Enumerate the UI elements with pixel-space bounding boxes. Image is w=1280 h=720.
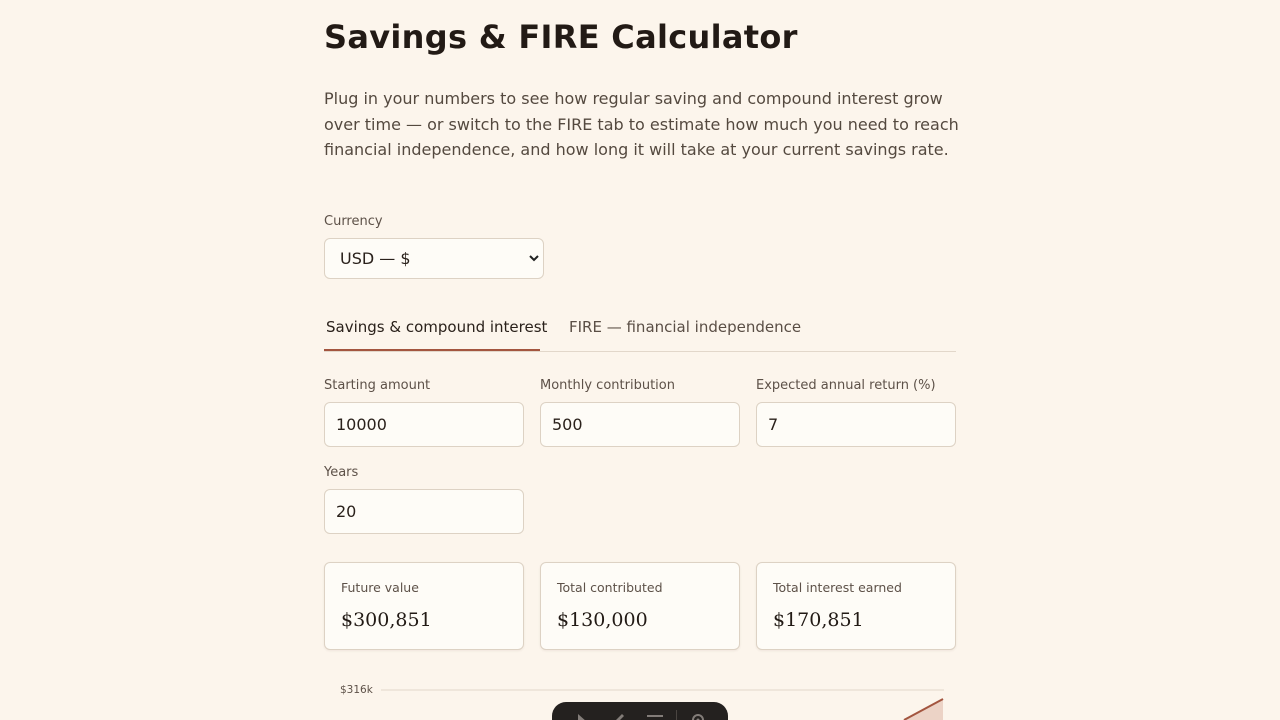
tab-fire[interactable]: FIRE — financial independence [569,310,801,351]
total-contributed-amount: $130,000 [557,609,648,631]
annual-return-value: 7 [768,415,779,434]
years-value: 20 [336,502,357,521]
currency-label: Currency [324,214,383,229]
intro-text: Plug in your numbers to see how regular … [324,89,959,159]
annual-return-input[interactable]: 7 [756,402,956,447]
starting-amount-input[interactable]: 10000 [324,402,524,447]
toolbar-divider [675,710,677,720]
total-interest-label: Total interest earned [773,580,902,595]
future-value-card: Future value $300,851 [324,562,524,650]
currency-selected-value: USD — $ [340,249,411,268]
starting-amount-value: 10000 [336,415,387,434]
total-contributed-card: Total contributed $130,000 [540,562,740,650]
total-interest-card: Total interest earned $170,851 [756,562,956,650]
monthly-contribution-input[interactable]: 500 [540,402,740,447]
tab-fire-label: FIRE — financial independence [569,318,802,336]
cursor-tool-button[interactable] [564,708,600,720]
total-interest-amount: $170,851 [773,609,864,631]
total-contributed-label: Total contributed [557,580,663,595]
floating-toolbar [552,702,728,720]
monthly-contribution-value: 500 [552,415,583,434]
settings-button[interactable] [680,708,716,720]
gear-icon [691,714,704,720]
tab-savings-label: Savings & compound interest [326,318,548,336]
years-label: Years [324,465,359,480]
tab-bar: Savings & compound interest FIRE — finan… [324,310,956,352]
monthly-contribution-label: Monthly contribution [540,378,675,393]
page-title: Savings & FIRE Calculator [324,18,798,56]
tab-savings[interactable]: Savings & compound interest [324,310,547,351]
menu-icon [646,715,663,717]
future-value-label: Future value [341,580,419,595]
brush-icon [616,714,625,720]
future-value-amount: $300,851 [341,609,432,631]
starting-amount-label: Starting amount [324,378,431,393]
years-input[interactable]: 20 [324,489,524,534]
annual-return-label: Expected annual return (%) [756,378,936,393]
cursor-icon [578,714,585,720]
brush-tool-button[interactable] [600,708,636,720]
page: Savings & FIRE Calculator Plug in your n… [0,0,1280,720]
currency-select[interactable]: USD — $ [324,238,544,279]
chevron-down-icon [529,255,539,262]
menu-button[interactable] [637,708,673,720]
